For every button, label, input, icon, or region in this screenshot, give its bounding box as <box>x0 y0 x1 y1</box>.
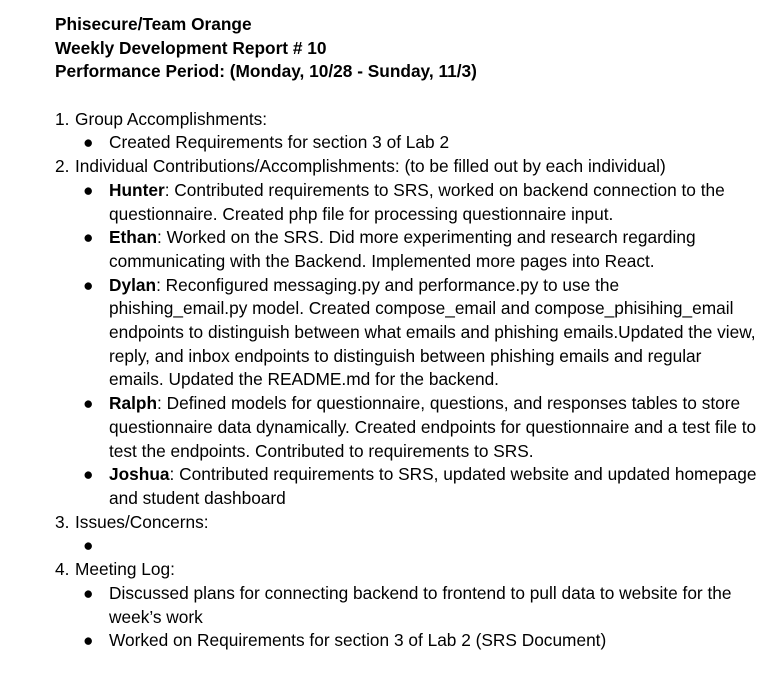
list-item: ● Created Requirements for section 3 of … <box>55 131 760 155</box>
section-number: 3. <box>55 511 70 532</box>
item-text: : Worked on the SRS. Did more experiment… <box>109 227 696 271</box>
list-item: ● Dylan: Reconfigured messaging.py and p… <box>55 274 760 393</box>
member-name: Joshua <box>109 464 170 485</box>
section-heading: 2. Individual Contributions/Accomplishme… <box>55 155 760 179</box>
item-text: Created Requirements for section 3 of La… <box>109 132 450 153</box>
section-number: 2. <box>55 156 70 177</box>
list-item: ● Ralph: Defined models for questionnair… <box>55 392 760 463</box>
section-title-text: Meeting Log: <box>75 559 175 580</box>
item-text: : Defined models for questionnaire, ques… <box>109 393 757 461</box>
list-item: ● Worked on Requirements for section 3 o… <box>55 629 760 653</box>
list-item: ● <box>55 534 760 558</box>
item-text: Discussed plans for connecting backend t… <box>109 582 732 627</box>
section-issues-concerns: 3. Issues/Concerns: ● <box>55 511 760 558</box>
item-text: : Reconfigured messaging.py and performa… <box>109 274 756 390</box>
bullet-list: ● Created Requirements for section 3 of … <box>55 131 760 155</box>
bullet-icon: ● <box>83 535 94 556</box>
performance-period: Performance Period: (Monday, 10/28 - Sun… <box>55 61 477 82</box>
item-text: : Contributed requirements to SRS, updat… <box>109 464 757 508</box>
section-group-accomplishments: 1. Group Accomplishments: ● Created Requ… <box>55 108 760 155</box>
list-item: ● Ethan: Worked on the SRS. Did more exp… <box>55 226 760 273</box>
section-title-text: Issues/Concerns: <box>75 511 209 532</box>
bullet-icon: ● <box>83 274 94 295</box>
member-name: Dylan <box>109 274 157 295</box>
bullet-icon: ● <box>83 227 94 248</box>
member-name: Ralph <box>109 393 158 414</box>
list-item: ● Discussed plans for connecting backend… <box>55 582 760 629</box>
report-document: Phisecure/Team Orange Weekly Development… <box>55 13 760 653</box>
report-org-title: Phisecure/Team Orange <box>55 14 252 34</box>
section-title-text: Group Accomplishments: <box>75 108 268 129</box>
section-individual-contributions: 2. Individual Contributions/Accomplishme… <box>55 155 760 511</box>
section-meeting-log: 4. Meeting Log: ● Discussed plans for co… <box>55 558 760 653</box>
section-heading: 4. Meeting Log: <box>55 558 760 582</box>
section-heading: 3. Issues/Concerns: <box>55 511 760 535</box>
bullet-icon: ● <box>83 464 94 485</box>
section-number: 1. <box>55 108 70 129</box>
member-name: Ethan <box>109 227 158 248</box>
section-heading: 1. Group Accomplishments: <box>55 108 760 132</box>
list-item: ● Hunter: Contributed requirements to SR… <box>55 179 760 226</box>
bullet-icon: ● <box>83 630 94 651</box>
item-text: : Contributed requirements to SRS, worke… <box>109 179 725 224</box>
bullet-icon: ● <box>83 132 94 153</box>
bullet-list: ● Discussed plans for connecting backend… <box>55 582 760 653</box>
bullet-list: ● <box>55 534 760 558</box>
section-number: 4. <box>55 559 70 580</box>
bullet-icon: ● <box>83 582 94 603</box>
bullet-icon: ● <box>83 179 94 200</box>
section-title-text: Individual Contributions/Accomplishments… <box>75 156 666 177</box>
bullet-icon: ● <box>83 393 94 414</box>
list-item: ● Joshua: Contributed requirements to SR… <box>55 463 760 510</box>
item-text: Worked on Requirements for section 3 of … <box>109 630 607 651</box>
bullet-list: ● Hunter: Contributed requirements to SR… <box>55 179 760 511</box>
report-title: Weekly Development Report # 10 <box>55 37 327 58</box>
member-name: Hunter <box>109 179 165 200</box>
